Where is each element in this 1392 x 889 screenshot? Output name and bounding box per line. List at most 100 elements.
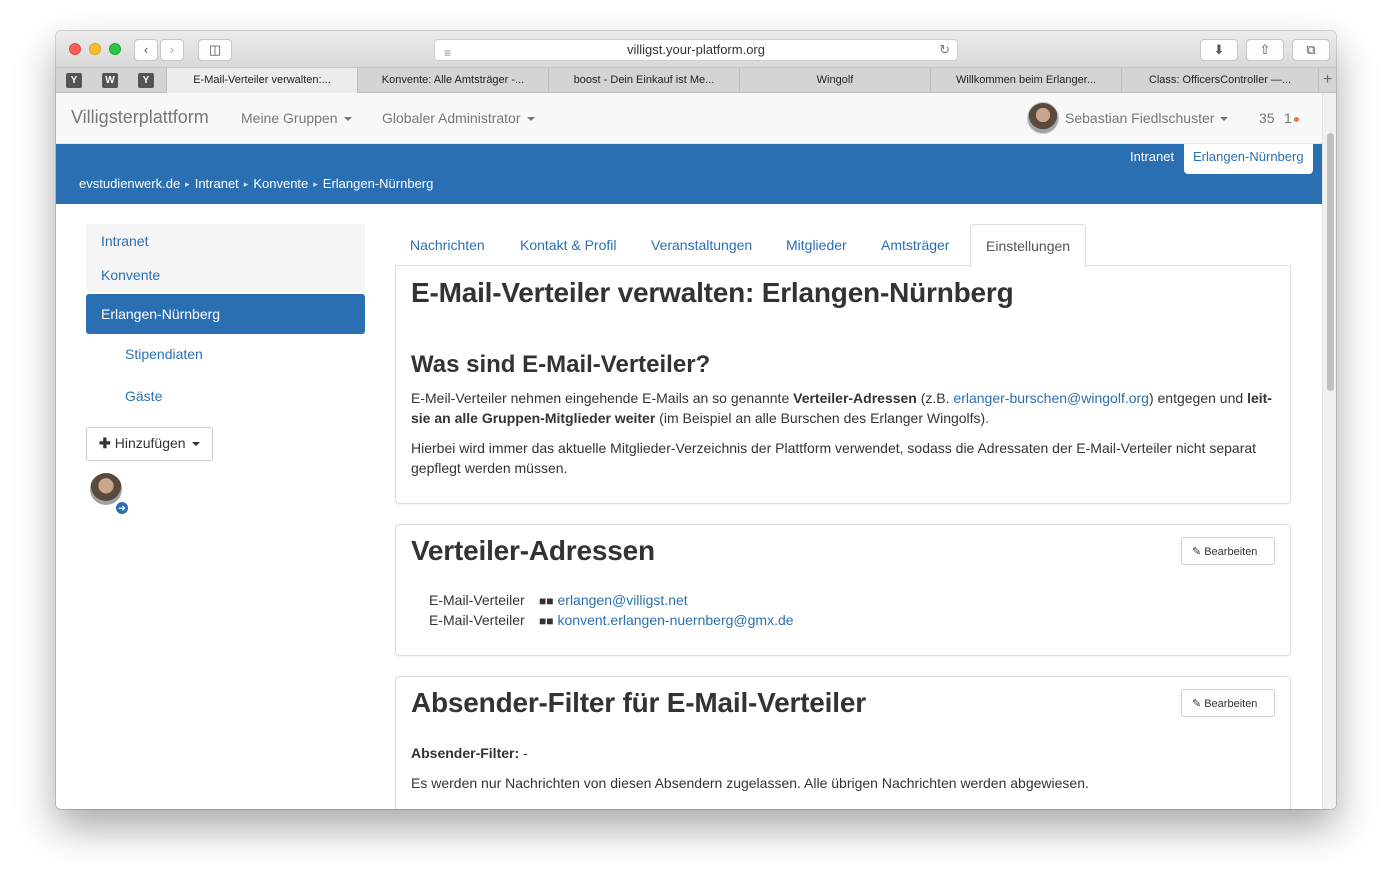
pinned-tab[interactable]: Y: [66, 73, 82, 88]
caret-down-icon: [526, 117, 535, 122]
sidebar-subitem-stipendiaten[interactable]: Stipendiaten: [86, 334, 365, 376]
browser-window: ‹ › ◫ ≡ villigst.your-platform.org ↻ ⬇ ⇧…: [56, 31, 1336, 809]
new-tab-button[interactable]: +: [1318, 68, 1336, 93]
sidebar-toggle-icon[interactable]: ◫: [198, 39, 232, 61]
download-icon[interactable]: ⬇: [1200, 39, 1238, 61]
brand-link[interactable]: Villigsterplattform: [71, 107, 209, 128]
url-text: villigst.your-platform.org: [627, 42, 765, 57]
text: (im Beispiel an alle Burschen des Erlang…: [655, 410, 990, 426]
pinned-tab[interactable]: W: [102, 73, 118, 88]
content-tabs: Nachrichten Kontakt & Profil Veranstaltu…: [395, 224, 1291, 267]
text-bold: Verteiler-Adressen: [793, 390, 917, 406]
browser-tab[interactable]: Wingolf: [739, 68, 930, 93]
browser-tab[interactable]: Class: OfficersController —...: [1121, 68, 1318, 93]
add-button[interactable]: ✚ Hinzufügen: [86, 427, 213, 461]
tab-veranstaltungen[interactable]: Veranstaltungen: [636, 224, 767, 266]
browser-tab[interactable]: Konvente: Alle Amtsträger -...: [357, 68, 548, 93]
address-value[interactable]: ■■ erlangen@villigst.net: [539, 592, 688, 608]
panel-info: E-Mail-Verteiler verwalten: Erlangen-Nür…: [395, 266, 1291, 504]
reload-icon[interactable]: ↻: [939, 40, 950, 60]
tab-amtstraeger[interactable]: Amtsträger: [866, 224, 964, 266]
menu-my-groups-label: Meine Gruppen: [241, 110, 338, 126]
user-name: Sebastian Fiedlschuster: [1065, 110, 1215, 126]
tab-mitglieder[interactable]: Mitglieder: [771, 224, 862, 266]
page-title: E-Mail-Verteiler verwalten: Erlangen-Nür…: [411, 277, 1014, 308]
breadcrumb: evstudienwerk.de ▸ Intranet ▸ Konvente ▸ Erlan…: [79, 176, 433, 191]
message-count[interactable]: 1: [1284, 110, 1292, 126]
address-email[interactable]: erlangen@villigst.net: [558, 592, 688, 608]
edit-addresses-button[interactable]: ✎ Bearbeiten: [1181, 537, 1275, 565]
scrollbar-thumb[interactable]: [1327, 133, 1334, 391]
example-email-link[interactable]: erlanger-burschen@wingolf.org: [953, 390, 1149, 406]
tab-nachrichten[interactable]: Nachrichten: [395, 224, 500, 266]
filter-value: -: [519, 745, 528, 761]
edit-filter-button[interactable]: ✎ Bearbeiten: [1181, 689, 1275, 717]
plus-icon: ✚: [99, 435, 111, 451]
breadcrumb-item[interactable]: Erlangen-Nürnberg: [323, 176, 434, 191]
header-link-erlangen[interactable]: Erlangen-Nürnberg: [1184, 144, 1313, 174]
breadcrumb-item[interactable]: Konvente: [253, 176, 308, 191]
sidebar-item-erlangen[interactable]: Erlangen-Nürnberg: [86, 294, 365, 334]
share-icon[interactable]: ⇧: [1246, 39, 1284, 61]
info-paragraph-2: Hierbei wird immer das aktuelle Mitglied…: [411, 440, 1257, 476]
browser-tab[interactable]: boost - Dein Einkauf ist Me...: [548, 68, 739, 93]
tab-einstellungen[interactable]: Einstellungen: [970, 224, 1087, 267]
edit-icon: ✎: [1192, 546, 1202, 558]
header-link-intranet[interactable]: Intranet: [1130, 149, 1174, 164]
avatar[interactable]: [1027, 102, 1059, 134]
sidebar-item-intranet[interactable]: Intranet: [86, 224, 365, 258]
section-title: Absender-Filter für E-Mail-Verteiler: [411, 687, 866, 718]
caret-down-icon: [343, 117, 352, 122]
chevron-right-icon: ▸: [243, 179, 249, 190]
notification-count[interactable]: 35: [1259, 110, 1275, 126]
tabs-overview-icon[interactable]: ⧉: [1292, 39, 1330, 61]
filter-note: Es werden nur Nachrichten von diesen Abs…: [411, 775, 1089, 791]
browser-tab[interactable]: E-Mail-Verteiler verwalten:...: [166, 68, 357, 93]
sidebar-subitem-gaeste[interactable]: Gäste: [86, 376, 365, 418]
back-button[interactable]: ‹: [134, 39, 158, 61]
text: ) entgegen und: [1148, 390, 1248, 406]
info-paragraph: E-Meil-Verteiler nehmen eingehende E-Mai…: [411, 388, 1273, 428]
page-scrollbar[interactable]: [1322, 93, 1336, 809]
edit-icon: ✎: [1192, 698, 1202, 710]
address-label: E-Mail-Verteiler: [429, 592, 525, 608]
browser-tab[interactable]: Willkommen beim Erlanger...: [930, 68, 1121, 93]
pinned-tab[interactable]: Y: [138, 73, 154, 88]
address-value[interactable]: ■■ konvent.erlangen-nuernberg@gmx.de: [539, 612, 794, 628]
forward-button[interactable]: ›: [160, 39, 184, 61]
group-icon: ■■: [539, 594, 554, 608]
caret-down-icon: [191, 442, 200, 447]
close-window-button[interactable]: [69, 43, 81, 55]
address-bar[interactable]: ≡ villigst.your-platform.org ↻: [434, 39, 958, 61]
panel-sender-filter: Absender-Filter für E-Mail-Verteiler ✎ Be…: [395, 676, 1291, 809]
add-button-label: Hinzufügen: [114, 435, 186, 451]
address-label: E-Mail-Verteiler: [429, 612, 525, 628]
sidebar-item-konvente[interactable]: Konvente: [86, 258, 365, 292]
address-email[interactable]: konvent.erlangen-nuernberg@gmx.de: [558, 612, 794, 628]
caret-down-icon: [1220, 117, 1229, 122]
panel-addresses: Verteiler-Adressen ✎ Bearbeiten E-Mail-Ve…: [395, 524, 1291, 656]
browser-tab-bar: Y W Y E-Mail-Verteiler verwalten:... Kon…: [56, 68, 1336, 93]
zoom-window-button[interactable]: [109, 43, 121, 55]
navbar: Villigsterplattform Meine Gruppen Global…: [56, 93, 1322, 144]
group-icon: ■■: [539, 614, 554, 628]
chevron-right-icon: ▸: [185, 179, 190, 190]
menu-my-groups[interactable]: Meine Gruppen: [241, 110, 352, 126]
menu-global-admin-label: Globaler Administrator: [382, 110, 521, 126]
filter-label: Absender-Filter:: [411, 745, 520, 761]
menu-global-admin[interactable]: Globaler Administrator: [382, 110, 535, 126]
edit-button-label: Bearbeiten: [1204, 698, 1258, 710]
minimize-window-button[interactable]: [89, 43, 101, 55]
tab-kontakt-profil[interactable]: Kontakt & Profil: [505, 224, 632, 266]
group-header: evstudienwerk.de ▸ Intranet ▸ Konvente ▸ Erlan…: [56, 144, 1322, 204]
text: E-Meil-Verteiler nehmen eingehende E-Mai…: [411, 390, 794, 406]
breadcrumb-item[interactable]: Intranet: [195, 176, 239, 191]
filter-line: Absender-Filter: -: [411, 743, 1273, 763]
chevron-right-icon: ▸: [313, 179, 318, 190]
text: (z.B.: [916, 390, 954, 406]
sidebar: Intranet Konvente Erlangen-Nürnberg Stip…: [86, 224, 365, 418]
breadcrumb-item[interactable]: evstudienwerk.de: [79, 176, 180, 191]
arrow-right-icon: ➜: [114, 500, 130, 516]
user-menu[interactable]: Sebastian Fiedlschuster: [1065, 110, 1229, 126]
section-title: Verteiler-Adressen: [411, 535, 655, 566]
